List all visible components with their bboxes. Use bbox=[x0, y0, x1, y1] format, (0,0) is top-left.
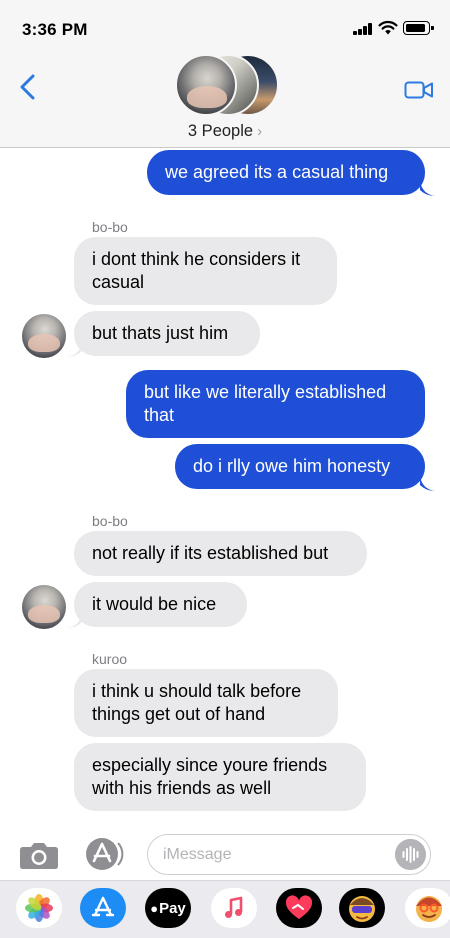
battery-icon bbox=[403, 21, 434, 35]
video-camera-icon[interactable] bbox=[404, 80, 434, 100]
message-thread: we agreed its a casual thing bo-bo i don… bbox=[0, 148, 450, 828]
group-avatars[interactable] bbox=[175, 54, 279, 118]
sender-name: kuroo bbox=[92, 651, 128, 667]
outgoing-message[interactable]: do i rlly owe him honesty bbox=[175, 444, 425, 489]
avatar[interactable] bbox=[22, 585, 66, 629]
bubble-tail bbox=[67, 613, 82, 628]
incoming-message[interactable]: especially since youre friends with his … bbox=[74, 743, 366, 811]
bubble-tail bbox=[420, 181, 435, 196]
bubble-tail bbox=[420, 476, 435, 491]
apple-pay-icon[interactable]: ● Pay bbox=[145, 888, 191, 928]
apple-pay-label: Pay bbox=[159, 899, 186, 917]
outgoing-message[interactable]: we agreed its a casual thing bbox=[147, 150, 425, 195]
conversation-header: 3 People › bbox=[0, 50, 450, 148]
chevron-right-icon: › bbox=[257, 123, 263, 140]
outgoing-message[interactable]: but like we literally established that bbox=[126, 370, 425, 438]
avatar[interactable] bbox=[22, 314, 66, 358]
music-app-icon[interactable] bbox=[211, 888, 257, 928]
bubble-tail bbox=[67, 342, 82, 357]
group-name[interactable]: 3 People › bbox=[0, 122, 450, 141]
status-bar: 3:36 PM bbox=[0, 0, 450, 50]
back-chevron-icon[interactable] bbox=[14, 72, 42, 102]
digital-touch-heart-icon[interactable] bbox=[276, 888, 322, 928]
memoji-sticker-icon[interactable] bbox=[405, 888, 450, 928]
audio-waveform-icon[interactable] bbox=[395, 839, 426, 870]
incoming-message[interactable]: i think u should talk before things get … bbox=[74, 669, 338, 737]
camera-icon[interactable] bbox=[19, 840, 59, 870]
incoming-message[interactable]: not really if its established but bbox=[74, 531, 367, 576]
cellular-signal-icon bbox=[353, 23, 373, 35]
sender-name: bo-bo bbox=[92, 513, 128, 529]
sender-name: bo-bo bbox=[92, 219, 128, 235]
photos-app-icon[interactable] bbox=[16, 888, 62, 928]
incoming-message[interactable]: it would be nice bbox=[74, 582, 247, 627]
app-store-tray-icon[interactable] bbox=[80, 888, 126, 928]
message-input[interactable]: iMessage bbox=[147, 834, 431, 875]
group-name-label: 3 People bbox=[187, 122, 254, 140]
incoming-message[interactable]: i dont think he considers it casual bbox=[74, 237, 337, 305]
apple-logo-icon: ● bbox=[150, 900, 159, 916]
wifi-icon bbox=[378, 20, 398, 35]
compose-bar: iMessage bbox=[0, 828, 450, 880]
status-time: 3:36 PM bbox=[22, 20, 88, 39]
avatar bbox=[175, 54, 237, 116]
app-drawer: ● Pay bbox=[0, 880, 450, 938]
memoji-sunglasses-icon[interactable] bbox=[339, 888, 385, 928]
message-input-placeholder: iMessage bbox=[163, 846, 232, 863]
app-store-icon[interactable] bbox=[82, 836, 124, 872]
incoming-message[interactable]: but thats just him bbox=[74, 311, 260, 356]
